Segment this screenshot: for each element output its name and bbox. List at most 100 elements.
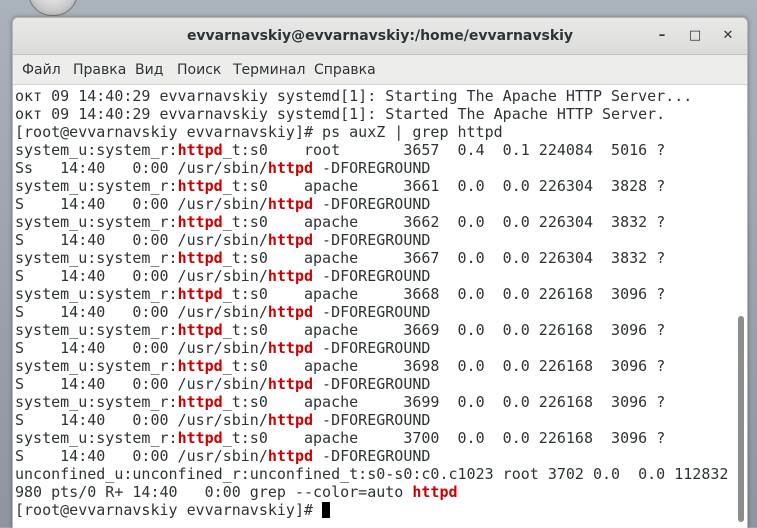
terminal-text: S 14:40 0:00 /usr/sbin/: [15, 447, 268, 465]
terminal-line: system_u:system_r:httpd_t:s0 apache 3667…: [15, 249, 728, 267]
terminal-line: system_u:system_r:httpd_t:s0 root 3657 0…: [15, 141, 728, 159]
terminal-text: 980 pts/0 R+ 14:40 0:00 grep --color=aut…: [15, 483, 413, 501]
terminal-text: -DFOREGROUND: [313, 231, 431, 249]
close-button[interactable]: ✕: [719, 27, 737, 45]
terminal-text: system_u:system_r:: [15, 357, 178, 375]
terminal-line: окт 09 14:40:29 evvarnavskiy systemd[1]:…: [15, 87, 728, 105]
terminal-line: S 14:40 0:00 /usr/sbin/httpd -DFOREGROUN…: [15, 195, 728, 213]
terminal-text: _t:s0 apache 3662 0.0 0.0 226304 3832 ?: [222, 213, 666, 231]
grep-match: httpd: [267, 303, 314, 321]
terminal-text: -DFOREGROUND: [313, 375, 431, 393]
terminal-text: _t:s0 apache 3700 0.0 0.0 226168 3096 ?: [222, 429, 666, 447]
grep-match: httpd: [177, 285, 223, 303]
terminal-line: окт 09 14:40:29 evvarnavskiy systemd[1]:…: [15, 105, 728, 123]
grep-match: httpd: [267, 159, 314, 177]
terminal-text: S 14:40 0:00 /usr/sbin/: [15, 195, 268, 213]
grep-match: httpd: [267, 411, 314, 429]
grep-match: httpd: [267, 339, 314, 357]
minimize-button[interactable]: –: [653, 27, 671, 45]
grep-match: httpd: [177, 429, 223, 447]
terminal-text: S 14:40 0:00 /usr/sbin/: [15, 267, 268, 285]
terminal-text: _t:s0 apache 3661 0.0 0.0 226304 3828 ?: [222, 177, 666, 195]
terminal-text: system_u:system_r:: [15, 285, 178, 303]
grep-match: httpd: [177, 213, 223, 231]
terminal-text: _t:s0 apache 3698 0.0 0.0 226168 3096 ?: [222, 357, 666, 375]
terminal-text: _t:s0 apache 3667 0.0 0.0 226304 3832 ?: [222, 249, 666, 267]
desktop-icon[interactable]: [28, 0, 78, 16]
terminal-text: -DFOREGROUND: [313, 339, 431, 357]
terminal-text: _t:s0 apache 3669 0.0 0.0 226168 3096 ?: [222, 321, 666, 339]
menu-view[interactable]: Вид: [134, 55, 164, 84]
terminal-text: [root@evvarnavskiy evvarnavskiy]# ps aux…: [15, 123, 503, 141]
terminal-text: S 14:40 0:00 /usr/sbin/: [15, 339, 268, 357]
terminal-line: system_u:system_r:httpd_t:s0 apache 3661…: [15, 177, 728, 195]
grep-match: httpd: [267, 267, 314, 285]
terminal-line: system_u:system_r:httpd_t:s0 apache 3669…: [15, 321, 728, 339]
scrollbar[interactable]: [735, 85, 747, 528]
terminal-text: _t:s0 root 3657 0.4 0.1 224084 5016 ?: [222, 141, 666, 159]
terminal-text: unconfined_u:unconfined_r:unconfined_t:s…: [15, 465, 729, 483]
text-cursor: [322, 502, 331, 518]
terminal-text: -DFOREGROUND: [313, 447, 431, 465]
terminal-line: system_u:system_r:httpd_t:s0 apache 3700…: [15, 429, 728, 447]
terminal-line: S 14:40 0:00 /usr/sbin/httpd -DFOREGROUN…: [15, 339, 728, 357]
maximize-button[interactable]: □: [686, 27, 704, 45]
terminal-text: Ss 14:40 0:00 /usr/sbin/: [15, 159, 268, 177]
grep-match: httpd: [267, 447, 314, 465]
terminal-line: S 14:40 0:00 /usr/sbin/httpd -DFOREGROUN…: [15, 231, 728, 249]
terminal-text: S 14:40 0:00 /usr/sbin/: [15, 231, 268, 249]
terminal-line: S 14:40 0:00 /usr/sbin/httpd -DFOREGROUN…: [15, 303, 728, 321]
terminal-text: system_u:system_r:: [15, 393, 178, 411]
grep-match: httpd: [177, 321, 223, 339]
terminal-text: -DFOREGROUND: [313, 303, 431, 321]
terminal-text: system_u:system_r:: [15, 141, 178, 159]
terminal-text: окт 09 14:40:29 evvarnavskiy systemd[1]:…: [15, 87, 693, 105]
terminal-line: Ss 14:40 0:00 /usr/sbin/httpd -DFOREGROU…: [15, 159, 728, 177]
terminal-line: [root@evvarnavskiy evvarnavskiy]#: [15, 501, 728, 519]
terminal-lines: окт 09 14:40:29 evvarnavskiy systemd[1]:…: [15, 87, 728, 519]
terminal-line: S 14:40 0:00 /usr/sbin/httpd -DFOREGROUN…: [15, 267, 728, 285]
desktop: evvarnavskiy@evvarnavskiy:/home/evvarnav…: [0, 0, 757, 528]
menu-file[interactable]: Файл: [21, 55, 62, 84]
terminal-line: system_u:system_r:httpd_t:s0 apache 3662…: [15, 213, 728, 231]
terminal-text: _t:s0 apache 3668 0.0 0.0 226168 3096 ?: [222, 285, 666, 303]
grep-match: httpd: [267, 375, 314, 393]
terminal-text: окт 09 14:40:29 evvarnavskiy systemd[1]:…: [15, 105, 666, 123]
grep-match: httpd: [177, 393, 223, 411]
terminal-text: -DFOREGROUND: [313, 411, 431, 429]
grep-match: httpd: [177, 141, 223, 159]
terminal-text: system_u:system_r:: [15, 429, 178, 447]
terminal-text: system_u:system_r:: [15, 321, 178, 339]
terminal-text: system_u:system_r:: [15, 249, 178, 267]
menu-search[interactable]: Поиск: [176, 55, 222, 84]
terminal-line: system_u:system_r:httpd_t:s0 apache 3668…: [15, 285, 728, 303]
terminal-text: system_u:system_r:: [15, 177, 178, 195]
menu-edit[interactable]: Правка: [72, 55, 127, 84]
grep-match: httpd: [412, 483, 458, 501]
terminal-line: 980 pts/0 R+ 14:40 0:00 grep --color=aut…: [15, 483, 728, 501]
menu-bar: Файл Правка Вид Поиск Терминал Справка: [13, 55, 747, 85]
window-title: evvarnavskiy@evvarnavskiy:/home/evvarnav…: [186, 28, 574, 44]
terminal-text: S 14:40 0:00 /usr/sbin/: [15, 411, 268, 429]
grep-match: httpd: [177, 357, 223, 375]
menu-terminal[interactable]: Терминал: [232, 55, 306, 84]
terminal-text: S 14:40 0:00 /usr/sbin/: [15, 303, 268, 321]
terminal-text: -DFOREGROUND: [313, 267, 431, 285]
terminal-line: S 14:40 0:00 /usr/sbin/httpd -DFOREGROUN…: [15, 375, 728, 393]
terminal-text: _t:s0 apache 3699 0.0 0.0 226168 3096 ?: [222, 393, 666, 411]
title-bar[interactable]: evvarnavskiy@evvarnavskiy:/home/evvarnav…: [13, 18, 747, 55]
terminal-line: S 14:40 0:00 /usr/sbin/httpd -DFOREGROUN…: [15, 411, 728, 429]
terminal-output[interactable]: окт 09 14:40:29 evvarnavskiy systemd[1]:…: [13, 85, 735, 528]
terminal-text: -DFOREGROUND: [313, 195, 431, 213]
grep-match: httpd: [177, 249, 223, 267]
menu-help[interactable]: Справка: [313, 55, 377, 84]
terminal-line: unconfined_u:unconfined_r:unconfined_t:s…: [15, 465, 728, 483]
terminal-text: S 14:40 0:00 /usr/sbin/: [15, 375, 268, 393]
terminal-line: system_u:system_r:httpd_t:s0 apache 3698…: [15, 357, 728, 375]
terminal-text: -DFOREGROUND: [313, 159, 431, 177]
scrollbar-thumb[interactable]: [738, 316, 744, 522]
terminal-window: evvarnavskiy@evvarnavskiy:/home/evvarnav…: [12, 17, 748, 528]
terminal-line: system_u:system_r:httpd_t:s0 apache 3699…: [15, 393, 728, 411]
terminal-line: S 14:40 0:00 /usr/sbin/httpd -DFOREGROUN…: [15, 447, 728, 465]
terminal-text: [root@evvarnavskiy evvarnavskiy]#: [15, 501, 323, 519]
